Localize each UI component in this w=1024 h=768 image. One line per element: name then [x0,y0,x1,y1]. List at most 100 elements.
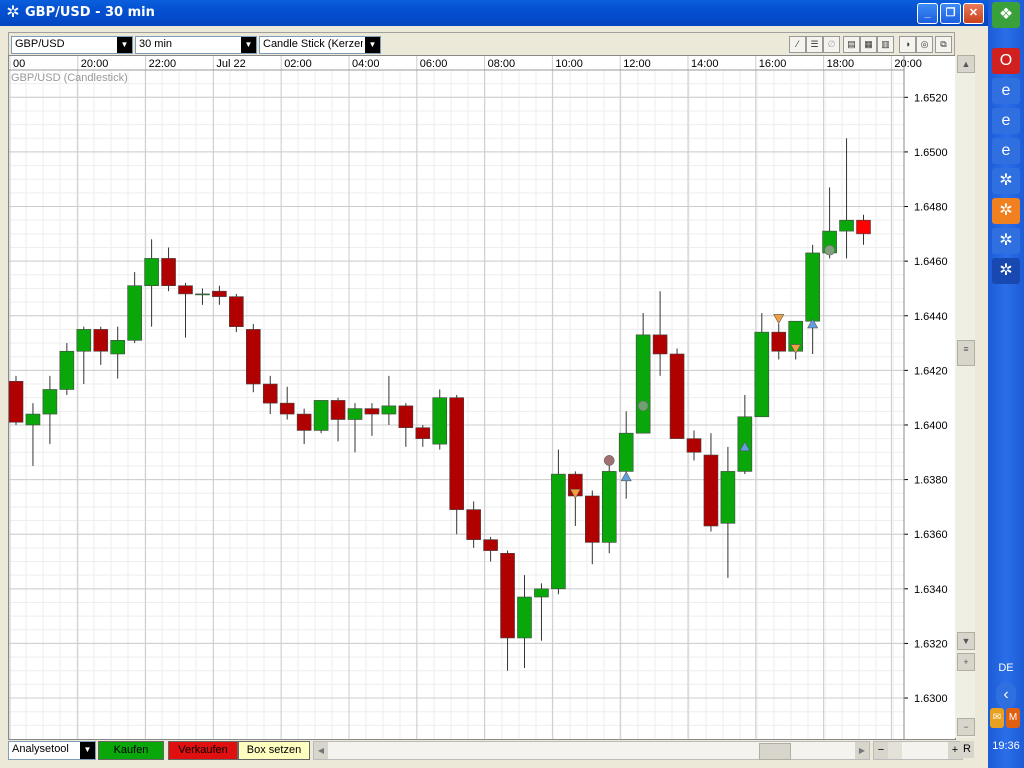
h-zoom-out-icon[interactable]: − [874,742,888,759]
buy-button[interactable]: Kaufen [98,741,164,760]
box-set-button[interactable]: Box setzen [238,741,310,760]
candle-body [483,539,498,551]
bottom-toolbar: Analysetool ▼ Kaufen Verkaufen Box setze… [8,740,976,762]
chevron-down-icon[interactable]: ▼ [80,742,95,759]
fibonacci-icon[interactable]: ☰ [806,36,823,53]
time-axis-label: 12:00 [623,58,651,70]
candle-body [195,293,210,296]
signal-marker [773,314,785,325]
list-icon[interactable]: ▥ [877,36,894,53]
chart-area[interactable]: 00 20:00 22:00 Jul 22 02:00 04:00 06:00 08:00 10… [8,55,956,740]
grid-dense-icon[interactable]: ▦ [860,36,877,53]
title-bar[interactable]: ✲ GBP/USD - 30 min _ ❐ ✕ [0,0,988,26]
scroll-down-icon[interactable]: ▼ [957,632,975,650]
reset-button[interactable]: R [960,741,974,758]
sell-button[interactable]: Verkaufen [168,741,238,760]
time-axis-label: Jul 22 [216,58,245,70]
candle-body [805,252,820,322]
h-zoom-track[interactable] [888,742,902,759]
symbol-select[interactable]: GBP/USD ▼ [11,36,133,54]
candle-body [296,413,312,431]
zoom-out-icon[interactable]: − [957,718,975,736]
scroll-right-icon[interactable]: ▶ [855,742,869,759]
ie-icon[interactable]: e [992,78,1020,104]
zoom-icon[interactable]: ◑ [899,36,916,53]
interval-select[interactable]: 30 min ▼ [135,36,257,54]
windows-logo-icon[interactable]: ❖ [992,2,1020,28]
candle-body [8,380,24,423]
candle-body [313,400,329,431]
system-clock: 19:36 [992,740,1020,752]
h-zoom-bar[interactable]: − + [873,741,963,760]
close-button[interactable]: ✕ [963,3,984,24]
price-axis-label: 1.6500 [914,147,948,159]
eraser-icon[interactable]: ∅ [823,36,840,53]
candle-body [110,340,125,355]
chart-app-icon[interactable]: ✲ [992,228,1020,254]
chart-type-select[interactable]: Candle Stick (Kerzen ▼ [259,36,381,54]
candle-body [839,219,854,232]
candle-body [212,290,227,297]
time-axis-label: 04:00 [352,58,380,70]
price-axis-label: 1.6300 [914,693,948,705]
candle-body [59,350,75,390]
zoom-in-icon[interactable]: + [957,653,975,671]
candle-body [856,219,871,235]
time-axis-label: 02:00 [284,58,312,70]
chart-app-icon[interactable]: ✲ [992,168,1020,194]
vertical-scrollbar[interactable]: ▲ ≡ ▼ + − [955,55,975,738]
time-axis-label: 10:00 [555,58,583,70]
price-axis-label: 1.6440 [914,311,948,323]
price-axis-label: 1.6520 [914,92,948,104]
candle-body [76,329,92,352]
scroll-left-icon[interactable]: ◀ [314,742,328,759]
chart-window: ✲ GBP/USD - 30 min _ ❐ ✕ GBP/USD ▼ 30 mi… [0,0,988,768]
analysis-tool-value: Analysetool [12,743,69,755]
time-axis-label: 18:00 [827,58,855,70]
candle-body [449,397,465,510]
candle-body [551,473,566,590]
candle-body [279,402,295,415]
candle-body [246,329,261,385]
detach-icon[interactable]: ⧉ [935,36,952,53]
candle-body [229,296,244,327]
chart-app-icon[interactable]: ✲ [992,258,1020,284]
window-title: GBP/USD - 30 min [25,5,155,20]
chart-toolbar: GBP/USD ▼ 30 min ▼ Candle Stick (Kerzen … [8,32,955,56]
ie-icon[interactable]: e [992,108,1020,134]
price-axis-label: 1.6480 [914,202,948,214]
candle-body [466,509,481,540]
candle-body [517,596,532,639]
time-axis-label: 20:00 [81,58,109,70]
scroll-thumb[interactable]: ≡ [957,340,975,366]
candle-body [618,432,634,472]
analysis-tool-select[interactable]: Analysetool ▼ [8,741,96,760]
draw-line-icon[interactable]: ⁄ [789,36,806,53]
grid-icon[interactable]: ▤ [843,36,860,53]
chart-app-icon[interactable]: ✲ [992,198,1020,224]
chevron-icon[interactable]: ‹ [996,682,1016,708]
horizontal-scrollbar[interactable]: ◀ ▶ [313,741,870,760]
signal-marker [637,400,649,412]
candle-body [381,405,397,415]
mail-icon[interactable]: ✉ [990,708,1004,728]
chevron-down-icon[interactable]: ▼ [117,37,132,53]
candlestick-chart[interactable]: 00 20:00 22:00 Jul 22 02:00 04:00 06:00 08:00 10… [8,56,955,739]
chevron-down-icon[interactable]: ▼ [241,37,256,53]
settings-icon[interactable]: ◎ [916,36,933,53]
language-indicator[interactable]: DE [988,662,1024,674]
chevron-down-icon[interactable]: ▼ [365,37,380,53]
time-axis-label: 22:00 [149,58,177,70]
time-axis-label: 16:00 [759,58,787,70]
scroll-up-icon[interactable]: ▲ [957,55,975,73]
signal-marker [603,455,615,466]
candle-body [754,331,770,418]
time-axis-label: 08:00 [488,58,516,70]
maximize-button[interactable]: ❐ [940,3,961,24]
h-scroll-thumb[interactable] [759,743,791,760]
ie-icon[interactable]: e [992,138,1020,164]
minimize-button[interactable]: _ [917,3,938,24]
opera-icon[interactable]: O [992,48,1020,74]
candle-body [534,588,549,598]
m-tray-icon[interactable]: M [1006,708,1020,728]
